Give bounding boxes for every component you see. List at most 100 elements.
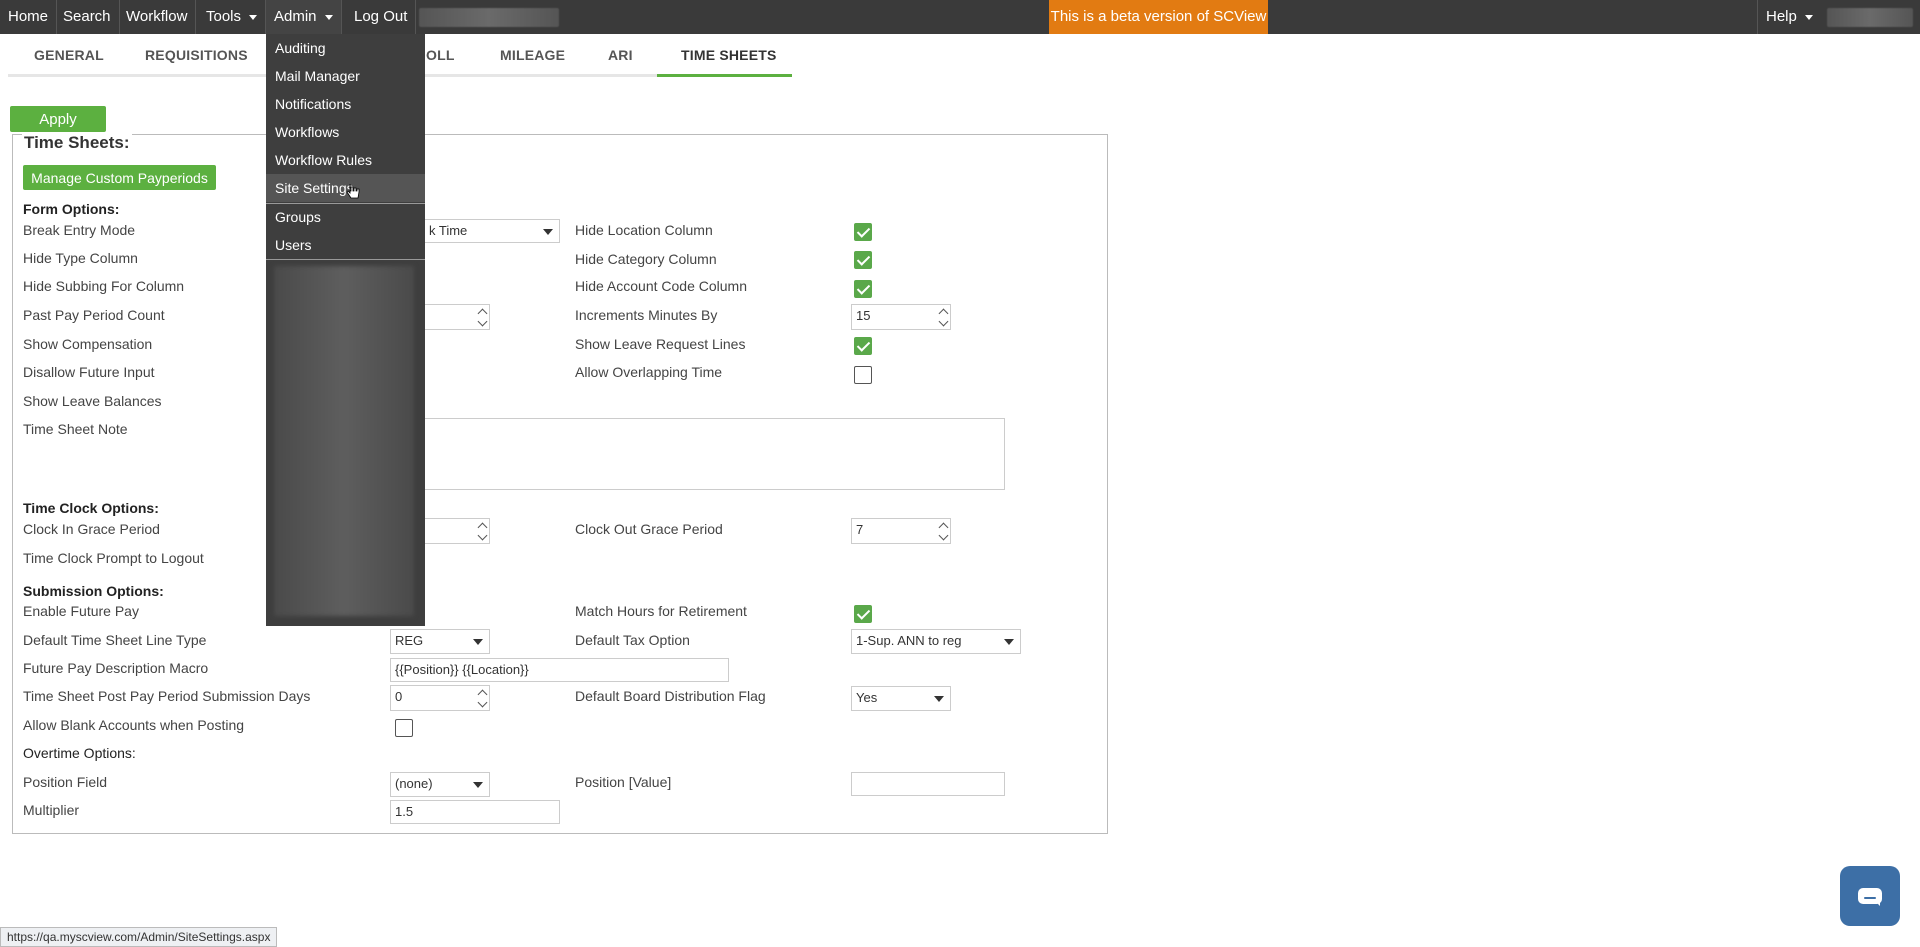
chevron-down-icon [324,14,333,20]
position-field-label: Position Field [23,774,108,790]
spinner-icon[interactable] [477,520,487,541]
hide-account-code-checkbox[interactable] [854,280,872,298]
chat-icon [1858,888,1882,906]
default-tax-select[interactable]: 1-Sup. ANN to reg [851,629,1021,654]
menu-item-workflows[interactable]: Workflows [266,118,425,146]
chevron-down-icon [249,14,258,20]
hide-subbing-label: Hide Subbing For Column [23,278,185,294]
allow-blank-label: Allow Blank Accounts when Posting [23,717,245,733]
time-clock-heading: Time Clock Options: [23,500,159,516]
multiplier-label: Multiplier [23,802,80,818]
enable-future-pay-label: Enable Future Pay [23,603,139,619]
hide-location-label: Hide Location Column [575,222,713,238]
hide-location-checkbox[interactable] [854,223,872,241]
past-pay-period-input[interactable] [425,304,490,330]
allow-blank-checkbox[interactable] [395,719,413,737]
show-leave-balances-label: Show Leave Balances [23,393,162,409]
board-distribution-select[interactable]: Yes [851,686,951,711]
show-leave-request-label: Show Leave Request Lines [575,336,746,352]
spinner-icon[interactable] [477,306,487,327]
status-bar-url: https://qa.myscview.com/Admin/SiteSettin… [0,927,278,947]
chevron-down-icon [1804,14,1813,20]
nav-logout[interactable]: Log Out [346,0,417,34]
future-pay-macro-input[interactable]: {{Position}} {{Location}} [390,658,729,682]
clock-out-grace-input[interactable]: 7 [851,518,951,544]
nav-search[interactable]: Search [55,0,120,34]
nav-admin[interactable]: Admin [266,0,342,34]
redacted-user-info [419,8,559,27]
post-pay-days-label: Time Sheet Post Pay Period Submission Da… [23,688,311,704]
default-line-type-select[interactable]: REG [390,629,490,654]
menu-item-workflow-rules[interactable]: Workflow Rules [266,146,425,174]
clock-in-grace-label: Clock In Grace Period [23,521,160,537]
clock-out-grace-label: Clock Out Grace Period [575,521,723,537]
show-compensation-label: Show Compensation [23,336,153,352]
hide-category-label: Hide Category Column [575,251,717,267]
post-pay-days-input[interactable]: 0 [390,685,490,711]
apply-button[interactable]: Apply [10,106,106,132]
allow-overlapping-checkbox[interactable] [854,366,872,384]
tab-payroll[interactable]: OLL [426,36,455,74]
redacted-menu-items [274,266,414,616]
redacted-user-avatar [1827,8,1913,27]
menu-divider [266,259,425,260]
allow-overlapping-label: Allow Overlapping Time [575,364,723,380]
submission-options-heading: Submission Options: [23,583,164,599]
position-field-select[interactable]: (none) [390,772,490,797]
increments-minutes-input[interactable]: 15 [851,304,951,330]
time-sheet-note-label: Time Sheet Note [23,421,128,437]
menu-item-auditing[interactable]: Auditing [266,34,425,62]
hide-account-code-label: Hide Account Code Column [575,278,747,294]
hide-category-checkbox[interactable] [854,251,872,269]
chevron-down-icon [473,639,483,645]
past-pay-period-label: Past Pay Period Count [23,307,165,323]
tab-mileage[interactable]: MILEAGE [500,36,565,74]
chat-widget-button[interactable] [1840,866,1900,926]
chevron-down-icon [934,696,944,702]
menu-item-groups[interactable]: Groups [266,203,425,231]
active-tab-indicator [657,74,792,77]
panel-title: Time Sheets: [22,133,132,153]
tab-ari[interactable]: ARI [608,36,633,74]
form-options-heading: Form Options: [23,201,120,217]
top-navigation-bar: Home Search Workflow Tools Admin Log Out… [0,0,1920,34]
position-value-label: Position [Value] [575,774,672,790]
menu-item-mail-manager[interactable]: Mail Manager [266,62,425,90]
chevron-down-icon [1004,639,1014,645]
increments-minutes-label: Increments Minutes By [575,307,718,323]
chevron-down-icon [543,229,553,235]
spinner-icon[interactable] [938,306,948,327]
beta-banner: This is a beta version of SCView [1049,0,1268,34]
future-pay-macro-label: Future Pay Description Macro [23,660,209,676]
default-tax-label: Default Tax Option [575,632,690,648]
tab-time-sheets[interactable]: TIME SHEETS [681,36,777,74]
match-hours-checkbox[interactable] [854,605,872,623]
admin-dropdown-menu: Auditing Mail Manager Notifications Work… [266,34,425,626]
position-value-input[interactable] [851,772,1005,796]
clock-in-grace-input[interactable] [425,518,490,544]
break-entry-mode-select[interactable]: k Time [425,219,560,243]
nav-tools[interactable]: Tools [198,0,267,34]
tab-requisitions[interactable]: REQUISITIONS [145,36,248,74]
disallow-future-label: Disallow Future Input [23,364,155,380]
board-distribution-label: Default Board Distribution Flag [575,688,766,704]
overtime-options-heading: Overtime Options: [23,745,136,761]
multiplier-input[interactable]: 1.5 [390,800,560,824]
spinner-icon[interactable] [477,687,487,708]
menu-item-notifications[interactable]: Notifications [266,90,425,118]
menu-item-users[interactable]: Users [266,231,425,259]
time-sheet-note-textarea[interactable] [425,418,1005,490]
hand-cursor-icon [346,184,360,199]
spinner-icon[interactable] [938,520,948,541]
chevron-down-icon [473,782,483,788]
show-leave-request-checkbox[interactable] [854,337,872,355]
nav-home[interactable]: Home [0,0,58,34]
break-entry-mode-label: Break Entry Mode [23,222,136,238]
tab-general[interactable]: GENERAL [34,36,104,74]
manage-custom-payperiods-button[interactable]: Manage Custom Payperiods [23,165,216,190]
match-hours-label: Match Hours for Retirement [575,603,747,619]
nav-workflow[interactable]: Workflow [118,0,197,34]
nav-help[interactable]: Help [1757,0,1821,34]
prompt-logout-label: Time Clock Prompt to Logout [23,550,204,566]
hide-type-column-label: Hide Type Column [23,250,138,266]
